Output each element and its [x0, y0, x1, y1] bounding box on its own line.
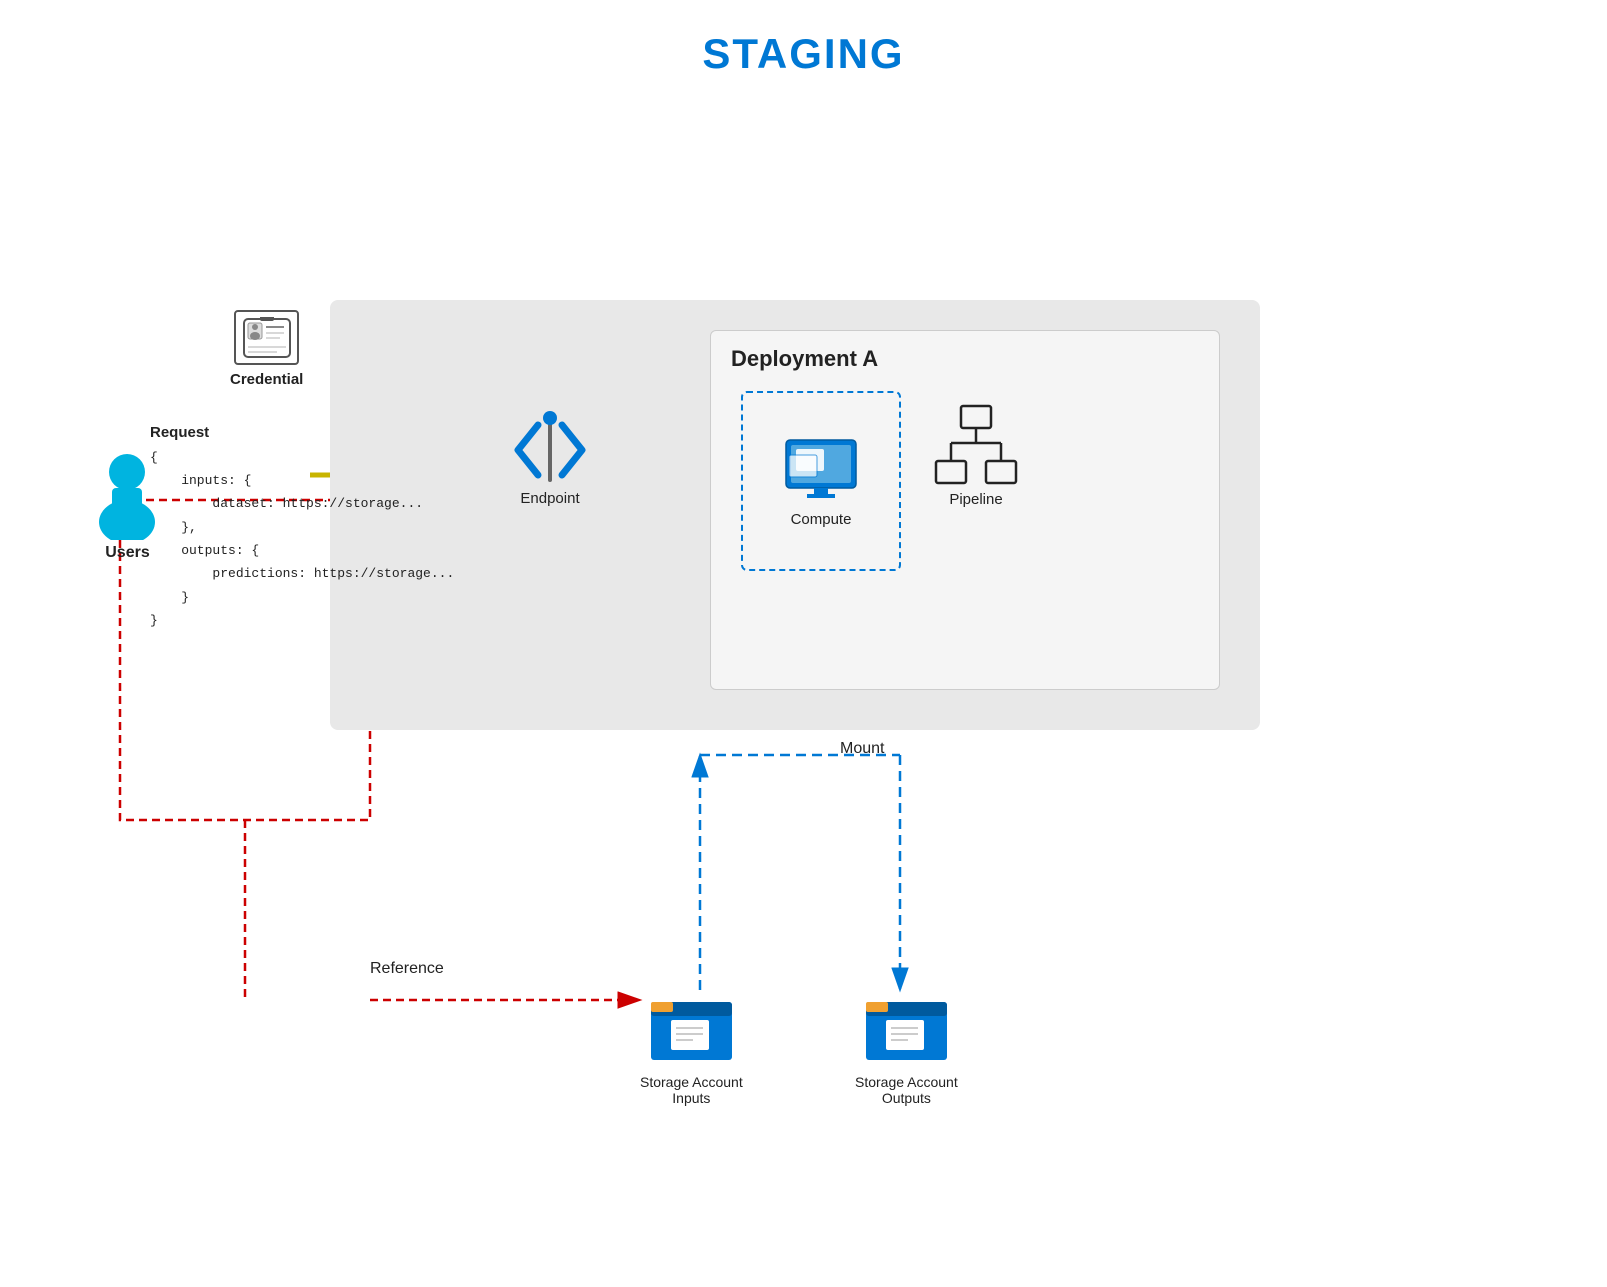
pipeline-box: Pipeline [931, 401, 1021, 508]
mount-label: Mount [840, 740, 884, 758]
endpoint-icon [510, 410, 590, 490]
credential-label: Credential [230, 371, 303, 388]
page-title: STAGING [0, 0, 1607, 78]
reference-label: Reference [370, 960, 444, 978]
deployment-title: Deployment A [711, 331, 1219, 377]
storage-outputs-icon [864, 990, 949, 1070]
compute-label: Compute [791, 511, 852, 528]
endpoint-label: Endpoint [520, 490, 579, 507]
compute-box: Compute [741, 391, 901, 571]
pipeline-label: Pipeline [949, 491, 1002, 508]
request-text: Request { inputs: { dataset: https://sto… [150, 420, 454, 633]
credential-box: Credential [230, 310, 303, 388]
storage-outputs-line2: Outputs [882, 1090, 931, 1106]
pipeline-icon [931, 401, 1021, 491]
diagram-area: Deployment A Compute [60, 120, 1540, 1250]
environment-box: Deployment A Compute [330, 300, 1260, 730]
credential-icon [234, 310, 299, 365]
credential-svg [242, 317, 292, 359]
users-label: Users [105, 544, 149, 562]
storage-inputs-line2: Inputs [672, 1090, 710, 1106]
compute-icon [781, 435, 861, 505]
storage-inputs-box: Storage Account Inputs [640, 990, 743, 1106]
deployment-box: Deployment A Compute [710, 330, 1220, 690]
storage-outputs-line1: Storage Account [855, 1074, 958, 1090]
endpoint-box: Endpoint [510, 410, 590, 507]
storage-inputs-line1: Storage Account [640, 1074, 743, 1090]
storage-inputs-icon [649, 990, 734, 1070]
storage-outputs-box: Storage Account Outputs [855, 990, 958, 1106]
